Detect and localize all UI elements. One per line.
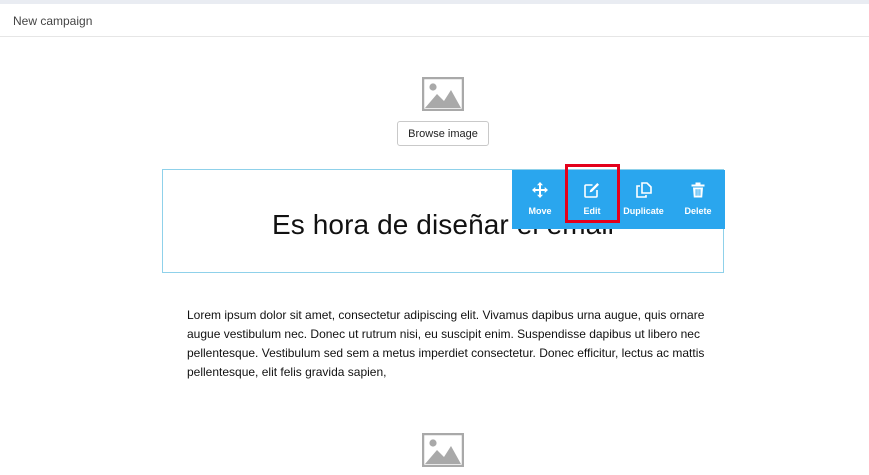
duplicate-label: Duplicate [623, 206, 664, 216]
duplicate-button[interactable]: Duplicate [616, 170, 671, 229]
delete-label: Delete [684, 206, 712, 216]
page-title: New campaign [13, 14, 93, 28]
edit-label: Edit [583, 206, 601, 216]
duplicate-icon [635, 182, 652, 198]
block-toolbar: Move Edit Duplicate Delete [512, 170, 725, 229]
move-icon [532, 182, 548, 198]
move-label: Move [528, 206, 552, 216]
image-placeholder-icon [422, 77, 464, 111]
image-placeholder-icon [422, 433, 464, 467]
browse-image-button[interactable]: Browse image [397, 121, 489, 146]
paragraph-text[interactable]: Lorem ipsum dolor sit amet, consectetur … [187, 306, 707, 382]
edit-button[interactable]: Edit [568, 170, 616, 229]
delete-button[interactable]: Delete [671, 170, 725, 229]
edit-icon [584, 183, 599, 198]
app-header: New campaign [0, 4, 869, 37]
move-button[interactable]: Move [512, 170, 568, 229]
trash-icon [691, 182, 705, 198]
